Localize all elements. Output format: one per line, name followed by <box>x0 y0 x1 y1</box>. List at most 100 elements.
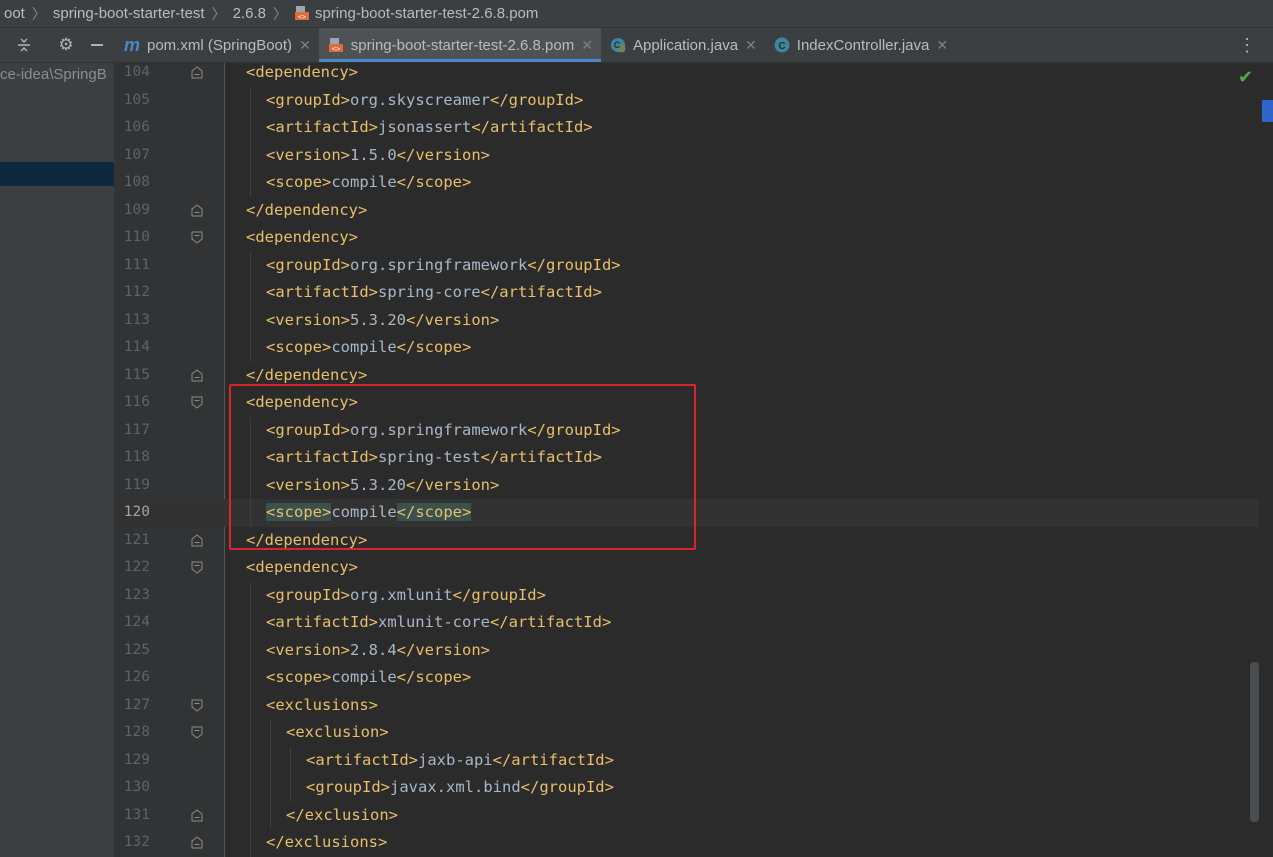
code-line[interactable]: 112 <artifactId>spring-core</artifactId> <box>114 279 1259 307</box>
code-line[interactable]: 107 <version>1.5.0</version> <box>114 141 1259 170</box>
code-line[interactable]: 126 <scope>compile</scope> <box>114 664 1259 692</box>
close-icon[interactable]: ✕ <box>936 37 948 54</box>
code-line[interactable]: 106 <artifactId>jsonassert</artifactId> <box>114 114 1259 142</box>
code-line[interactable]: 129 <artifactId>jaxb-api</artifactId> <box>114 746 1259 775</box>
line-number[interactable]: 117 <box>114 417 150 445</box>
line-number[interactable]: 121 <box>114 527 150 555</box>
line-number[interactable]: 114 <box>114 334 150 362</box>
code-line[interactable]: 123 <groupId>org.xmlunit</groupId> <box>114 581 1259 610</box>
fold-marker-icon[interactable] <box>191 533 203 547</box>
code-line[interactable]: 104 <dependency> <box>114 63 1259 87</box>
code-text[interactable]: <groupId>javax.xml.bind</groupId> <box>306 774 614 802</box>
line-number[interactable]: 109 <box>114 197 150 225</box>
line-number[interactable]: 124 <box>114 609 150 637</box>
tab-application-java[interactable]: C Application.java ✕ <box>601 28 765 62</box>
code-line[interactable]: 120 <scope>compile</scope> <box>114 499 1259 527</box>
breadcrumb-item-version[interactable]: 2.6.8 <box>229 5 270 22</box>
line-number[interactable]: 108 <box>114 169 150 197</box>
close-icon[interactable]: ✕ <box>299 37 311 54</box>
code-line[interactable]: 114 <scope>compile</scope> <box>114 334 1259 362</box>
code-line[interactable]: 110 <dependency> <box>114 224 1259 252</box>
line-number[interactable]: 107 <box>114 142 150 170</box>
breadcrumb-item-artifact[interactable]: spring-boot-starter-test <box>49 5 209 22</box>
minimize-icon[interactable] <box>85 33 109 57</box>
line-number[interactable]: 130 <box>114 774 150 802</box>
code-text[interactable]: <dependency> <box>246 389 358 417</box>
code-line[interactable]: 115 </dependency> <box>114 362 1259 390</box>
code-text[interactable]: <dependency> <box>246 224 358 252</box>
fold-marker-icon[interactable] <box>191 231 203 244</box>
code-line[interactable]: 108 <scope>compile</scope> <box>114 169 1259 197</box>
code-line[interactable]: 109 </dependency> <box>114 197 1259 225</box>
line-number[interactable]: 105 <box>114 87 150 115</box>
line-number[interactable]: 112 <box>114 279 150 307</box>
close-icon[interactable]: ✕ <box>581 37 593 54</box>
fold-marker-icon[interactable] <box>191 699 203 712</box>
code-text[interactable]: <groupId>org.springframework</groupId> <box>266 417 621 445</box>
code-text[interactable]: <scope>compile</scope> <box>266 169 471 197</box>
code-text[interactable]: <artifactId>spring-test</artifactId> <box>266 444 602 472</box>
code-text[interactable]: <version>1.5.0</version> <box>266 142 490 170</box>
close-icon[interactable]: ✕ <box>745 37 757 54</box>
code-text[interactable]: </exclusion> <box>286 802 398 830</box>
code-text[interactable]: <exclusion> <box>286 719 389 747</box>
code-line[interactable]: 132 </exclusions> <box>114 829 1259 857</box>
code-text[interactable]: <exclusions> <box>266 692 378 720</box>
code-text[interactable]: <dependency> <box>246 554 358 582</box>
fold-marker-icon[interactable] <box>191 808 203 822</box>
code-line[interactable]: 113 <version>5.3.20</version> <box>114 306 1259 335</box>
code-text[interactable]: <groupId>org.springframework</groupId> <box>266 252 621 280</box>
code-line[interactable]: 111 <groupId>org.springframework</groupId… <box>114 251 1259 280</box>
code-text[interactable]: </exclusions> <box>266 829 387 857</box>
scrollbar-thumb[interactable] <box>1250 662 1259 822</box>
fold-marker-icon[interactable] <box>191 726 203 739</box>
line-number[interactable]: 132 <box>114 829 150 857</box>
gear-icon[interactable]: ⚙ <box>54 33 78 57</box>
line-number[interactable]: 122 <box>114 554 150 582</box>
code-editor[interactable]: 104 <dependency> 105 <groupId>org.skyscream… <box>114 63 1259 857</box>
line-number[interactable]: 113 <box>114 307 150 335</box>
code-text[interactable]: <artifactId>spring-core</artifactId> <box>266 279 602 307</box>
fold-marker-icon[interactable] <box>191 836 203 849</box>
code-text[interactable]: <version>5.3.20</version> <box>266 307 499 335</box>
code-text[interactable]: <scope>compile</scope> <box>266 334 471 362</box>
code-line[interactable]: 127 <exclusions> <box>114 691 1259 720</box>
line-number[interactable]: 116 <box>114 389 150 417</box>
code-text[interactable]: <version>5.3.20</version> <box>266 472 499 500</box>
code-text[interactable]: <version>2.8.4</version> <box>266 637 490 665</box>
code-text[interactable]: <groupId>org.skyscreamer</groupId> <box>266 87 583 115</box>
line-number[interactable]: 110 <box>114 224 150 252</box>
code-line[interactable]: 131 </exclusion> <box>114 801 1259 830</box>
fold-marker-icon[interactable] <box>191 368 203 382</box>
breadcrumb-item-file[interactable]: <> spring-boot-starter-test-2.6.8.pom <box>290 5 542 22</box>
line-number[interactable]: 129 <box>114 747 150 775</box>
check-icon[interactable]: ✔ <box>1238 67 1253 88</box>
code-text[interactable]: </dependency> <box>246 527 367 555</box>
line-number[interactable]: 123 <box>114 582 150 610</box>
code-line[interactable]: 125 <version>2.8.4</version> <box>114 636 1259 665</box>
code-line[interactable]: 116 <dependency> <box>114 389 1259 417</box>
project-path[interactable]: ce-idea\SpringB <box>0 66 107 83</box>
code-text[interactable]: </dependency> <box>246 362 367 390</box>
line-number[interactable]: 120 <box>114 499 150 527</box>
line-number[interactable]: 131 <box>114 802 150 830</box>
fold-marker-icon[interactable] <box>191 66 203 79</box>
code-line[interactable]: 119 <version>5.3.20</version> <box>114 471 1259 500</box>
code-text[interactable]: <artifactId>jsonassert</artifactId> <box>266 114 593 142</box>
code-line[interactable]: 117 <groupId>org.springframework</groupId… <box>114 416 1259 445</box>
line-number[interactable]: 115 <box>114 362 150 390</box>
code-line[interactable]: 124 <artifactId>xmlunit-core</artifactId> <box>114 609 1259 637</box>
code-line[interactable]: 122 <dependency> <box>114 554 1259 582</box>
breadcrumb-item-root[interactable]: oot <box>0 5 29 22</box>
line-number[interactable]: 119 <box>114 472 150 500</box>
project-selected-row[interactable] <box>0 162 114 186</box>
fold-marker-icon[interactable] <box>191 396 203 409</box>
code-line[interactable]: 118 <artifactId>spring-test</artifactId> <box>114 444 1259 472</box>
line-number[interactable]: 128 <box>114 719 150 747</box>
code-text[interactable]: <artifactId>xmlunit-core</artifactId> <box>266 609 611 637</box>
scrollbar-track[interactable] <box>1259 63 1273 857</box>
line-number[interactable]: 118 <box>114 444 150 472</box>
code-line[interactable]: 105 <groupId>org.skyscreamer</groupId> <box>114 86 1259 115</box>
fold-marker-icon[interactable] <box>191 561 203 574</box>
collapse-all-icon[interactable] <box>12 33 36 57</box>
